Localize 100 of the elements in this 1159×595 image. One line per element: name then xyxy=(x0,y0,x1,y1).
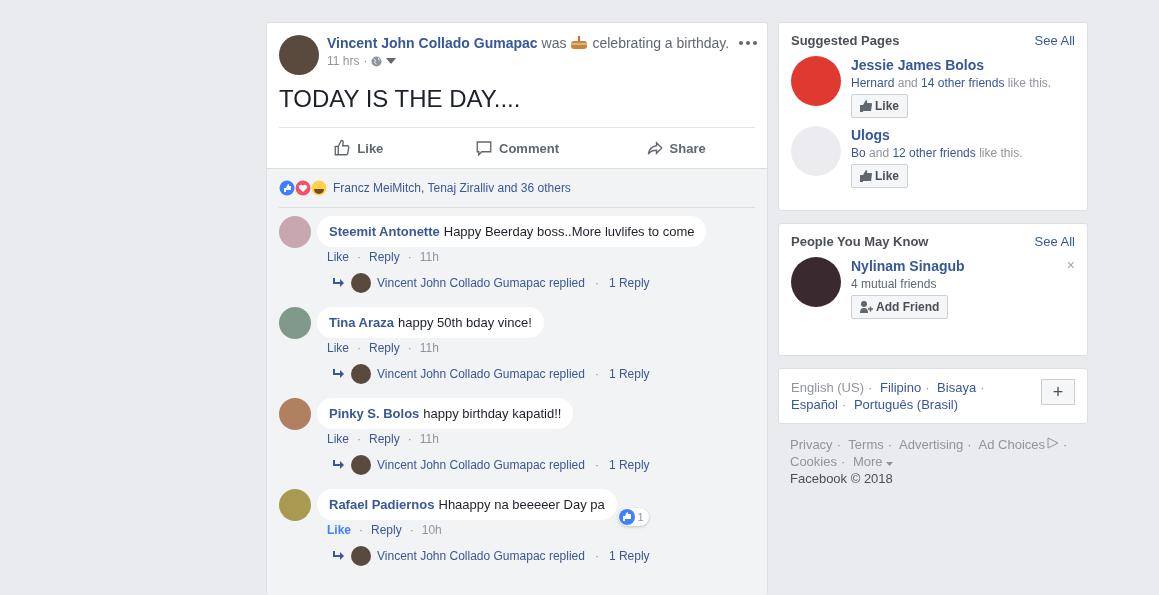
reply-link[interactable]: Reply xyxy=(369,250,400,264)
caret-icon[interactable] xyxy=(386,58,397,64)
comment-text: Hhaappy na beeeeer Day pa xyxy=(438,497,605,512)
separator-dot: · xyxy=(836,437,841,452)
replies-link[interactable]: 1 Reply xyxy=(608,549,650,563)
like-button[interactable]: Like xyxy=(851,94,908,118)
replied-link[interactable]: Vincent John Collado Gumapac replied xyxy=(377,549,585,563)
like-link[interactable]: Like xyxy=(327,341,349,355)
avatar-photo xyxy=(791,257,841,307)
comment-time: 11h xyxy=(419,341,439,355)
like-link[interactable]: Like xyxy=(327,250,349,264)
add-friend-button[interactable]: Add Friend xyxy=(851,295,949,319)
post-text: TODAY IS THE DAY.... xyxy=(278,84,522,114)
reply-arrow-icon xyxy=(333,369,345,379)
separator-dot: · xyxy=(867,380,873,395)
avatar-photo xyxy=(279,216,311,248)
separator-dot: · xyxy=(594,458,599,472)
reply-link[interactable]: Reply xyxy=(369,341,400,355)
avatar-photo xyxy=(351,364,371,384)
replies-link[interactable]: 1 Reply xyxy=(608,458,650,472)
author-name[interactable]: Vincent John Collado Gumapac xyxy=(327,35,538,51)
avatar-photo xyxy=(279,35,319,75)
separator-dot: · xyxy=(925,380,930,395)
separator-dot: · xyxy=(409,523,414,537)
comment-time: 11h xyxy=(419,250,439,264)
like-link[interactable]: Like xyxy=(327,432,349,446)
separator-dot: · xyxy=(363,54,368,68)
reaction-icons xyxy=(279,180,327,196)
avatar-photo xyxy=(279,489,311,521)
separator-dot: · xyxy=(842,397,847,412)
separator-dot: · xyxy=(357,432,361,446)
copyright-text: Facebook © 2018 xyxy=(790,470,894,487)
separator-dot: · xyxy=(1063,437,1068,452)
see-all-link[interactable]: See All xyxy=(1034,234,1075,249)
person-name[interactable]: Nylinam Sinagub xyxy=(851,258,965,274)
replied-link[interactable]: Vincent John Collado Gumapac replied xyxy=(377,276,585,290)
replies-link[interactable]: 1 Reply xyxy=(608,367,650,381)
reply-arrow-icon xyxy=(333,460,345,470)
comment-text: happy 50th bday vince! xyxy=(398,315,532,330)
reply-arrow-icon xyxy=(333,278,345,288)
more-options-icon[interactable] xyxy=(739,41,757,45)
separator-dot: · xyxy=(594,367,599,381)
avatar-photo xyxy=(351,546,371,566)
thumbs-up-icon xyxy=(860,170,872,182)
replied-link[interactable]: Vincent John Collado Gumapac replied xyxy=(377,458,585,472)
reply-link[interactable]: Reply xyxy=(371,523,402,537)
card-title: Suggested Pages xyxy=(791,33,900,48)
thumbs-up-icon xyxy=(618,509,635,525)
page-name[interactable]: Jessie James Bolos xyxy=(851,57,985,73)
add-language-button[interactable]: + xyxy=(1041,379,1075,405)
language-link[interactable]: Bisaya xyxy=(937,380,977,395)
comment-text: Happy Beerday boss..More luvlifes to come xyxy=(443,224,695,239)
language-link[interactable]: Português (Brasil) xyxy=(853,397,958,412)
mutual-friends: 4 mutual friends xyxy=(851,277,938,291)
thumbs-up-icon xyxy=(333,139,352,157)
separator-dot: · xyxy=(407,341,412,355)
card-title: People You May Know xyxy=(791,234,929,249)
thumbs-up-icon xyxy=(860,100,872,112)
post-action-button[interactable]: Share xyxy=(596,138,755,158)
separator-dot: · xyxy=(594,276,599,290)
caret-icon xyxy=(885,462,893,466)
activity-verb: was xyxy=(541,35,567,51)
activity-text: celebrating a birthday. xyxy=(592,35,730,51)
reactions-summary[interactable]: Francz MeiMitch, Tenaj Ziralliv and 36 others xyxy=(333,181,571,195)
separator-dot: · xyxy=(980,380,985,395)
friends-like-text: Hernard and 14 other friends like this. xyxy=(851,76,1052,90)
separator-dot: · xyxy=(359,523,363,537)
avatar-photo xyxy=(279,307,311,339)
friends-like-text: Bo and 12 other friends like this. xyxy=(851,146,1023,160)
reply-arrow-icon xyxy=(333,551,345,561)
globe-icon[interactable] xyxy=(371,55,383,67)
commenter-name[interactable]: Steemit Antonette xyxy=(329,224,440,239)
commenter-name[interactable]: Tina Araza xyxy=(329,315,395,330)
post-action-button[interactable]: Comment xyxy=(437,138,597,158)
cake-icon xyxy=(570,36,589,50)
like-button[interactable]: Like xyxy=(851,164,908,188)
separator-dot: · xyxy=(840,454,846,469)
separator-dot: · xyxy=(407,250,412,264)
comment-time: 11h xyxy=(419,432,439,446)
separator-dot: · xyxy=(594,549,599,563)
comment-time: 10h xyxy=(421,523,442,537)
page-name[interactable]: Ulogs xyxy=(851,127,890,143)
avatar-photo xyxy=(351,455,371,475)
separator-dot: · xyxy=(407,432,412,446)
share-arrow-icon xyxy=(645,139,664,157)
language-link[interactable]: Español xyxy=(791,397,838,412)
replies-link[interactable]: 1 Reply xyxy=(608,276,650,290)
add-person-icon xyxy=(860,301,873,313)
reply-link[interactable]: Reply xyxy=(369,432,400,446)
language-link[interactable]: Filipino xyxy=(879,380,922,395)
avatar-photo xyxy=(279,398,311,430)
separator-dot: · xyxy=(357,341,361,355)
post-action-button[interactable]: Like xyxy=(279,138,438,158)
replied-link[interactable]: Vincent John Collado Gumapac replied xyxy=(377,367,585,381)
see-all-link[interactable]: See All xyxy=(1034,33,1075,48)
commenter-name[interactable]: Pinky S. Bolos xyxy=(329,406,420,421)
comment-text: happy birthday kapatid!! xyxy=(423,406,562,421)
speech-bubble-icon xyxy=(475,139,494,157)
page-photo xyxy=(791,56,841,106)
commenter-name[interactable]: Rafael Padiernos xyxy=(329,497,435,512)
